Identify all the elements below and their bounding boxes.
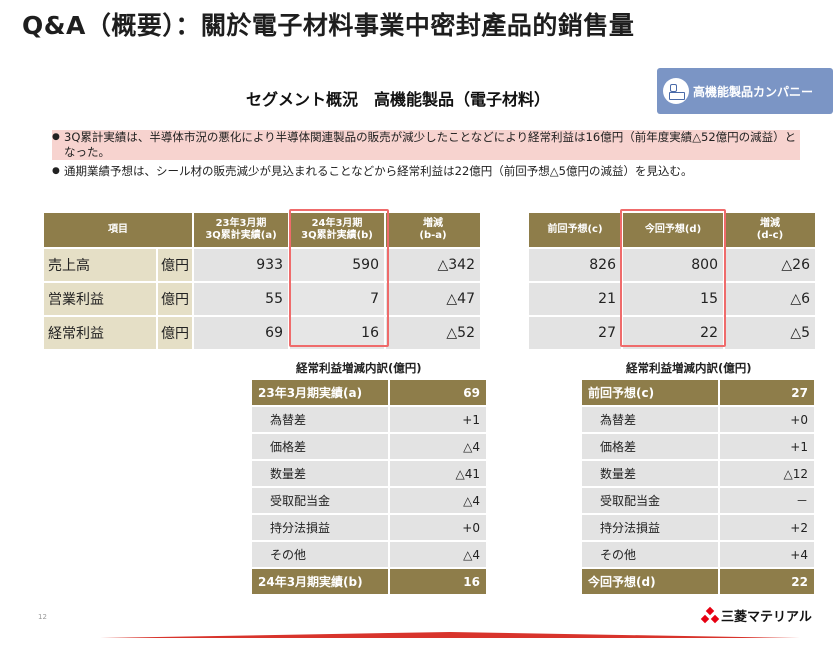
row-label: 経常利益 [44,317,156,349]
company-badge: 高機能製品カンパニー [657,68,833,114]
column-header: 増減 (d-c) [725,213,815,247]
cell-value: 933 [194,249,288,281]
cell-value: 826 [529,249,621,281]
end-label: 24年3月期実績(b) [252,569,388,594]
item-value: △4 [390,542,486,567]
column-header: 前回予想(c) [529,213,621,247]
table-row: 経常利益 億円 69 16 △52 [44,317,480,349]
page-number: 12 [38,613,47,621]
table-row: 受取配当金 － [582,488,814,513]
table-row: 持分法損益 +2 [582,515,814,540]
company-logo: 三菱マテリアル [700,606,812,625]
building-icon [663,78,689,104]
item-value: △41 [390,461,486,486]
item-value: △4 [390,488,486,513]
item-label: 為替差 [582,407,718,432]
breakdown-caption-left: 経常利益増減内訳(億円) [296,361,422,375]
item-value: △12 [720,461,814,486]
item-label: 持分法損益 [582,515,718,540]
cell-value: 69 [194,317,288,349]
table-row: 持分法損益 +0 [252,515,486,540]
start-label: 前回予想(c) [582,380,718,405]
item-label: 受取配当金 [582,488,718,513]
start-value: 69 [390,380,486,405]
item-value: +1 [390,407,486,432]
logo-text: 三菱マテリアル [721,610,812,625]
row-label: 営業利益 [44,283,156,315]
end-value: 22 [720,569,814,594]
row-unit: 億円 [158,249,192,281]
footer-decoration [100,632,800,638]
bullet-item: 3Q累計実績は、半導体市況の悪化により半導体関連製品の販売が減少したことなどによ… [52,130,800,160]
cell-value: △6 [725,283,815,315]
cell-value: △47 [386,283,480,315]
item-value: +2 [720,515,814,540]
table-row: 売上高 億円 933 590 △342 [44,249,480,281]
table-row: 今回予想(d) 22 [582,569,814,594]
table-row: 価格差 △4 [252,434,486,459]
cell-value: △26 [725,249,815,281]
summary-table-actual: 項目 23年3月期 3Q累計実績(a) 24年3月期 3Q累計実績(b) 増減 … [42,211,482,351]
item-value: － [720,488,814,513]
highlight-box-current-forecast [620,209,726,347]
cell-value: 55 [194,283,288,315]
highlight-box-current-results [289,209,389,347]
table-row: 数量差 △12 [582,461,814,486]
item-label: その他 [582,542,718,567]
end-value: 16 [390,569,486,594]
end-label: 今回予想(d) [582,569,718,594]
item-label: 価格差 [582,434,718,459]
item-label: 為替差 [252,407,388,432]
breakdown-table-right: 前回予想(c) 27 為替差 +0 価格差 +1 数量差 △12 受取配当金 －… [580,378,816,596]
item-label: 持分法損益 [252,515,388,540]
item-label: 数量差 [582,461,718,486]
table-row: 受取配当金 △4 [252,488,486,513]
table-row: 24年3月期実績(b) 16 [252,569,486,594]
cell-value: 27 [529,317,621,349]
item-label: 価格差 [252,434,388,459]
bullet-list: 3Q累計実績は、半導体市況の悪化により半導体関連製品の販売が減少したことなどによ… [52,130,812,183]
item-value: +0 [720,407,814,432]
column-header: 増減 (b-a) [386,213,480,247]
item-label: その他 [252,542,388,567]
start-label: 23年3月期実績(a) [252,380,388,405]
breakdown-table-left: 23年3月期実績(a) 69 為替差 +1 価格差 △4 数量差 △41 受取配… [250,378,488,596]
bullet-item: 通期業績予想は、シール材の販売減少が見込まれることなどから経常利益は22億円（前… [52,164,812,179]
table-row: 為替差 +1 [252,407,486,432]
item-value: △4 [390,434,486,459]
table-row: 前回予想(c) 27 [582,380,814,405]
item-value: +0 [390,515,486,540]
breakdown-caption-right: 経常利益増減内訳(億円) [626,361,752,375]
row-unit: 億円 [158,317,192,349]
slide-heading: セグメント概況 高機能製品（電子材料） [246,90,551,109]
item-label: 受取配当金 [252,488,388,513]
column-header: 23年3月期 3Q累計実績(a) [194,213,288,247]
badge-label: 高機能製品カンパニー [693,84,814,99]
page-title: Q&A（概要）：關於電子材料事業中密封產品的銷售量 [22,11,635,40]
row-label: 売上高 [44,249,156,281]
table-row: 為替差 +0 [582,407,814,432]
row-unit: 億円 [158,283,192,315]
cell-value: △342 [386,249,480,281]
table-row: 数量差 △41 [252,461,486,486]
table-row: 営業利益 億円 55 7 △47 [44,283,480,315]
three-diamonds-icon [700,606,720,624]
column-header: 項目 [44,213,192,247]
cell-value: △52 [386,317,480,349]
table-row: その他 +4 [582,542,814,567]
cell-value: 21 [529,283,621,315]
table-row: 23年3月期実績(a) 69 [252,380,486,405]
cell-value: △5 [725,317,815,349]
item-value: +1 [720,434,814,459]
table-row: 価格差 +1 [582,434,814,459]
start-value: 27 [720,380,814,405]
item-label: 数量差 [252,461,388,486]
item-value: +4 [720,542,814,567]
table-row: その他 △4 [252,542,486,567]
